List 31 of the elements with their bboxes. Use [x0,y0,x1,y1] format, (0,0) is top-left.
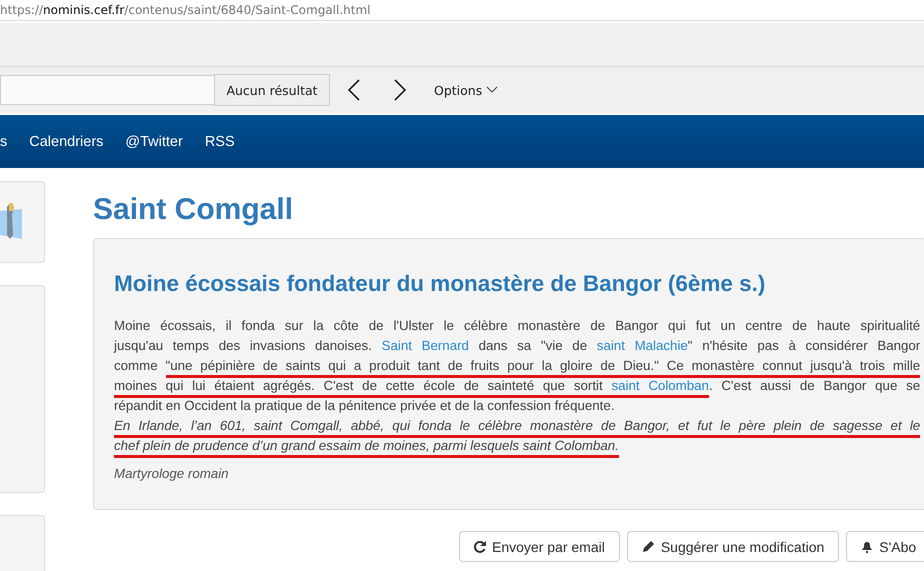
text-line: jusqu'au temps des invasions danoises. [114,338,373,355]
source-text: Martyrologe romain [114,466,230,481]
find-input-field[interactable] [0,75,214,105]
options-button[interactable]: Options [428,82,504,98]
chevron-down-icon [486,86,498,94]
url-text[interactable]: https://nominis.cef.fr/contenus/saint/6840/Saint-Comgall.html [0,3,370,17]
chevron-left-icon [347,79,361,101]
text-line: En Irlande, l’an 601, saint Comgall, abbé, qui fonda le célèbre monastère de Bangor, et fut le père plein de sagesse et le [114,418,920,438]
text-line: Moine écossais, il fonda sur la côte de l'Ulster le célèbre monastère de Bangor qui fut un centre de haute spiritualité [114,318,920,335]
chevron-right-icon [393,79,407,101]
text-line: moines qui lui étaient agrégés. C'est de cette école de sainteté que sortit [114,378,612,398]
text-line: "une pépinière de saints qui a produit tant de fruits pour la gloire de Dieu." Ce monastère connut jusqu'à trois mille [166,358,920,378]
bell-icon [861,540,874,552]
text-line: chef plein de prudence d’un grand essaim de moines, parmi lesquels saint Colomban. [114,438,619,458]
share-icon [474,540,486,552]
action-button[interactable]: Envoyer par email [459,531,620,562]
result-button[interactable]: Aucun résultat [214,74,330,106]
text-line: dans sa "vie de [478,338,588,355]
text-line: comme [114,358,159,375]
nav-link[interactable]: @Twitter [125,134,183,150]
text-line: " n'hésite pas à considérer Bangor [688,338,920,355]
section-heading: Moine écossais fondateur du monastère de Bangor (6ème s.) [114,271,766,297]
pencil-icon [642,540,655,553]
text-line: répandit en Occident la pratique de la pénitence privée et de la confession fréquente. [114,398,614,415]
action-button[interactable]: Suggérer une modification [626,531,840,562]
nav-link[interactable]: s [0,134,8,150]
nav-link[interactable]: Calendriers [29,134,104,150]
text-line: . C'est aussi de Bangor que se [708,378,920,395]
action-button[interactable]: S'Abo [846,531,924,562]
nav-link[interactable]: RSS [204,134,235,150]
page-title: Saint Comgall [93,193,294,227]
